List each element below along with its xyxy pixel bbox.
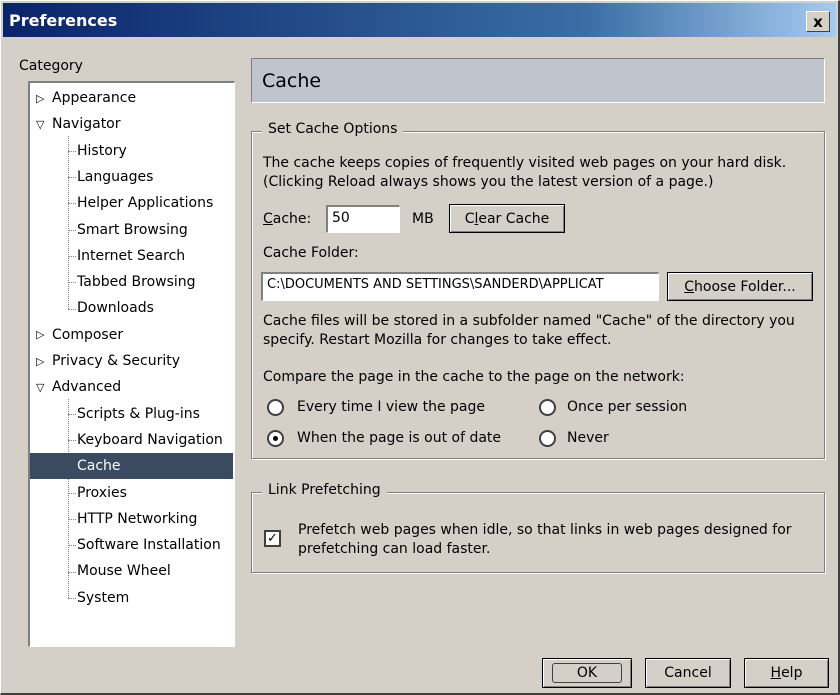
- radio-every-time[interactable]: [267, 399, 284, 416]
- cache-size-unit: MB: [412, 211, 434, 227]
- sidebar-item-label: Keyboard Navigation: [77, 431, 223, 448]
- sidebar-item-mouse-wheel[interactable]: Mouse Wheel: [30, 558, 233, 584]
- sidebar-item-label: Composer: [52, 326, 124, 343]
- sidebar-item-languages[interactable]: Languages: [30, 164, 233, 190]
- sidebar-item-cache[interactable]: Cache: [30, 453, 233, 480]
- close-icon: x: [813, 12, 823, 31]
- window-title: Preferences: [9, 10, 118, 30]
- ok-label: OK: [551, 663, 623, 683]
- prefetch-checkbox[interactable]: ✓: [264, 530, 281, 547]
- checkmark-icon: ✓: [267, 531, 278, 546]
- sidebar-item-internet-search[interactable]: Internet Search: [30, 243, 233, 269]
- sidebar-item-advanced[interactable]: ▽ Advanced: [30, 374, 233, 400]
- cache-folder-path: C:\DOCUMENTS AND SETTINGS\SANDERD\APPLIC…: [261, 272, 659, 301]
- sidebar-item-history[interactable]: History: [30, 138, 233, 164]
- sidebar-item-label: Advanced: [52, 379, 122, 396]
- prefetch-label-line1[interactable]: Prefetch web pages when idle, so that li…: [298, 521, 792, 540]
- sidebar-item-keyboard-navigation[interactable]: Keyboard Navigation: [30, 427, 233, 453]
- sidebar-item-label: Languages: [77, 168, 154, 185]
- sidebar-item-label: Mouse Wheel: [77, 563, 171, 580]
- sidebar-item-label: System: [77, 589, 130, 606]
- twisty-collapsed-icon[interactable]: ▷: [36, 328, 50, 341]
- twisty-expanded-icon[interactable]: ▽: [36, 381, 50, 394]
- cache-description-line1: The cache keeps copies of frequently vis…: [263, 155, 787, 171]
- choose-folder-label: Choose Folder...: [684, 278, 796, 295]
- preferences-window: Preferences x Category ▷ Appearance ▽ Navig…: [0, 0, 840, 695]
- radio-out-of-date-label[interactable]: When the page is out of date: [297, 429, 501, 448]
- sidebar-item-label: HTTP Networking: [77, 510, 198, 527]
- sidebar-item-proxies[interactable]: Proxies: [30, 480, 233, 506]
- sidebar-item-label: Helper Applications: [77, 195, 214, 212]
- link-prefetching-legend: Link Prefetching: [262, 482, 387, 498]
- choose-folder-button[interactable]: Choose Folder...: [667, 272, 813, 301]
- sidebar-item-privacy-security[interactable]: ▷ Privacy & Security: [30, 348, 233, 374]
- radio-never-label[interactable]: Never: [567, 429, 609, 448]
- clear-cache-button[interactable]: Clear Cache: [449, 204, 565, 233]
- sidebar-item-downloads[interactable]: Downloads: [30, 295, 233, 321]
- sidebar-item-label: Navigator: [52, 116, 121, 133]
- compare-label: Compare the page in the cache to the pag…: [263, 369, 685, 385]
- sidebar-item-label: Software Installation: [77, 537, 221, 554]
- radio-every-time-label[interactable]: Every time I view the page: [297, 398, 485, 417]
- close-button[interactable]: x: [806, 11, 830, 32]
- sidebar-item-label: Tabbed Browsing: [77, 274, 196, 291]
- sidebar-item-software-installation[interactable]: Software Installation: [30, 532, 233, 558]
- sidebar-item-label: Proxies: [77, 484, 127, 501]
- radio-out-of-date[interactable]: [267, 430, 284, 447]
- help-label: Help: [770, 665, 803, 681]
- twisty-collapsed-icon[interactable]: ▷: [36, 92, 50, 105]
- cache-size-label: Cache:: [263, 211, 312, 227]
- title-bar: Preferences x: [3, 3, 836, 37]
- cache-note-line1: Cache files will be stored in a subfolde…: [263, 313, 795, 329]
- sidebar-item-smart-browsing[interactable]: Smart Browsing: [30, 217, 233, 243]
- sidebar-item-system[interactable]: System: [30, 585, 233, 611]
- sidebar-item-label: History: [77, 142, 127, 159]
- sidebar-item-composer[interactable]: ▷ Composer: [30, 322, 233, 348]
- sidebar-item-navigator[interactable]: ▽ Navigator: [30, 111, 233, 137]
- twisty-collapsed-icon[interactable]: ▷: [36, 355, 50, 368]
- cache-options-legend: Set Cache Options: [262, 121, 404, 137]
- cancel-label: Cancel: [664, 665, 712, 681]
- sidebar-item-label: Internet Search: [77, 247, 186, 264]
- radio-never[interactable]: [539, 430, 556, 447]
- cache-note-line2: specify. Restart Mozilla for changes to …: [263, 332, 612, 348]
- sidebar-item-label: Downloads: [77, 300, 154, 317]
- sidebar-item-label: Smart Browsing: [77, 221, 188, 238]
- panel-title: Cache: [251, 58, 825, 103]
- category-tree[interactable]: ▷ Appearance ▽ Navigator History Languages Hel…: [28, 81, 235, 647]
- sidebar-item-label: Scripts & Plug-ins: [77, 405, 200, 422]
- cache-folder-label: Cache Folder:: [263, 245, 359, 261]
- help-button[interactable]: Help: [744, 658, 829, 688]
- clear-cache-label: Clear Cache: [464, 210, 550, 227]
- sidebar-item-label: Privacy & Security: [52, 353, 180, 369]
- sidebar-item-http-networking[interactable]: HTTP Networking: [30, 506, 233, 532]
- radio-selected-dot: [273, 436, 278, 441]
- cancel-button[interactable]: Cancel: [645, 658, 731, 688]
- ok-button[interactable]: OK: [542, 658, 632, 688]
- sidebar-item-scripts-plug-ins[interactable]: Scripts & Plug-ins: [30, 401, 233, 427]
- sidebar-item-helper-applications[interactable]: Helper Applications: [30, 190, 233, 216]
- category-label: Category: [19, 58, 83, 74]
- sidebar-item-tabbed-browsing[interactable]: Tabbed Browsing: [30, 269, 233, 295]
- sidebar-item-label: Appearance: [52, 90, 137, 106]
- radio-once-per-session[interactable]: [539, 399, 556, 416]
- cache-description-line2: (Clicking Reload always shows you the la…: [263, 174, 714, 190]
- cache-size-input[interactable]: 50: [326, 205, 400, 233]
- sidebar-item-label: Cache: [77, 458, 121, 475]
- sidebar-item-appearance[interactable]: ▷ Appearance: [30, 85, 233, 111]
- radio-once-per-session-label[interactable]: Once per session: [567, 398, 687, 417]
- prefetch-label-line2[interactable]: prefetching can load faster.: [298, 540, 490, 559]
- twisty-expanded-icon[interactable]: ▽: [36, 118, 50, 131]
